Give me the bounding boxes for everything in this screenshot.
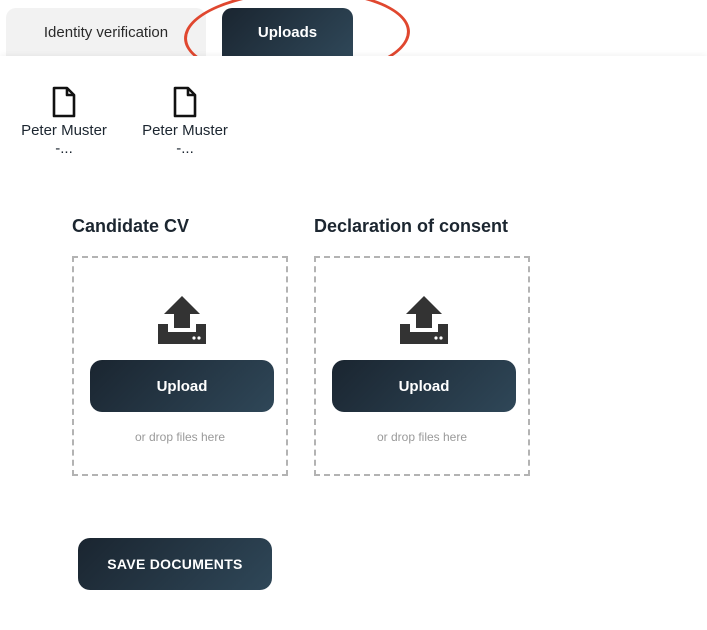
upload-icon	[400, 296, 448, 344]
document-icon	[173, 86, 197, 118]
file-name: Peter Muster	[142, 122, 228, 139]
uploaded-file[interactable]: Peter Muster -...	[135, 86, 235, 158]
uploaded-file[interactable]: Peter Muster -...	[14, 86, 114, 158]
file-name: Peter Muster	[21, 122, 107, 139]
drop-hint: or drop files here	[376, 430, 468, 444]
declaration-of-consent-upload-button[interactable]: Upload	[332, 360, 516, 412]
tab-label: Identity verification	[43, 23, 169, 41]
candidate-cv-dropzone[interactable]: Upload or drop files here	[72, 256, 288, 476]
drop-hint: or drop files here	[134, 430, 226, 444]
file-name-truncated: -...	[176, 140, 194, 157]
tab-bar: Identity verification Uploads	[0, 0, 707, 84]
tab-label: Uploads	[257, 23, 318, 41]
document-icon	[52, 86, 76, 118]
tab-uploads[interactable]: Uploads	[222, 8, 353, 56]
tab-identity-verification[interactable]: Identity verification	[6, 8, 206, 56]
file-name-truncated: -...	[55, 140, 73, 157]
candidate-cv-upload-button[interactable]: Upload	[90, 360, 274, 412]
declaration-of-consent-title: Declaration of consent	[314, 216, 509, 236]
candidate-cv-title: Candidate CV	[72, 216, 190, 236]
save-documents-button[interactable]: SAVE DOCUMENTS	[78, 538, 272, 590]
upload-icon	[158, 296, 206, 344]
uploads-panel: Peter Muster -... Peter Muster -... Cand…	[0, 56, 707, 630]
declaration-of-consent-dropzone[interactable]: Upload or drop files here	[314, 256, 530, 476]
